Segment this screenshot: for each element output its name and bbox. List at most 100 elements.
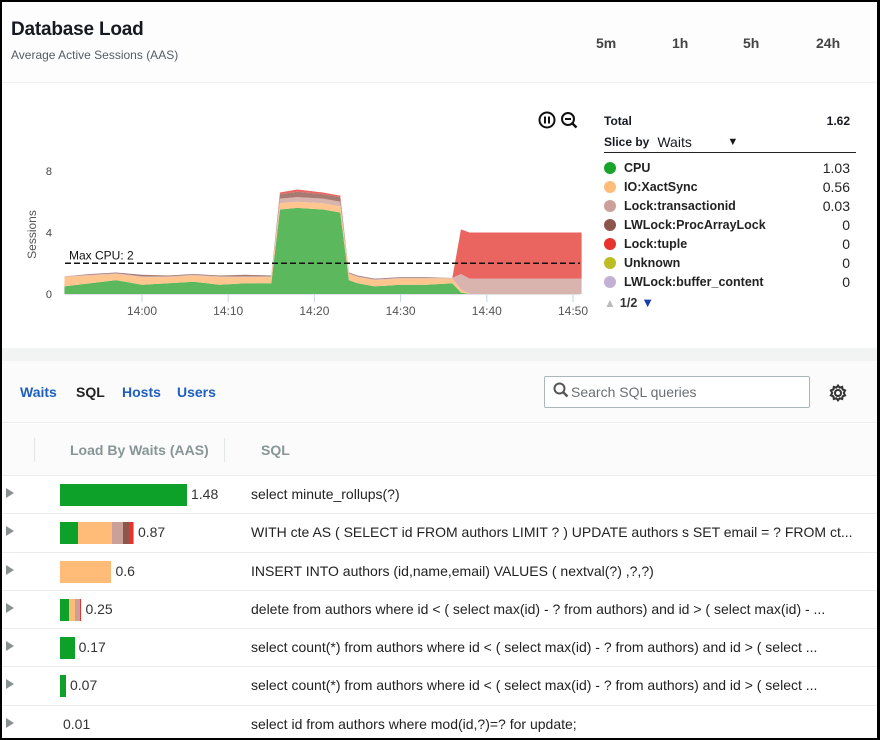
legend-item[interactable]: LWLock:ProcArrayLock 0 (604, 215, 850, 234)
expand-row-icon[interactable] (6, 641, 14, 652)
expand-row-icon[interactable] (6, 717, 14, 728)
slice-by-label: Slice by (604, 134, 650, 149)
tab-users[interactable]: Users (177, 384, 216, 400)
tab-sql[interactable]: SQL (76, 384, 105, 400)
chart-legend: Total 1.62 Slice by Waits ▼ CPU 1.03 IO:Xa… (604, 111, 856, 310)
sql-statement-link[interactable]: select id from authors where mod(id,?)=?… (251, 716, 577, 732)
legend-item[interactable]: Lock:transactionid 0.03 (604, 196, 850, 215)
expand-row-icon[interactable] (6, 679, 14, 690)
slice-by-value[interactable]: Waits (657, 134, 727, 150)
legend-item-name: IO:XactSync (624, 179, 698, 194)
sql-statement-link[interactable]: select count(*) from authors where id < … (251, 677, 817, 693)
x-tick-label: 14:50 (558, 304, 588, 318)
load-bar-segment (60, 522, 79, 545)
y-axis-label: Sessions (25, 210, 39, 259)
range-1h-button[interactable]: 1h (672, 35, 688, 51)
legend-item-value: 0 (842, 254, 850, 271)
pause-circle-icon[interactable] (538, 111, 556, 129)
max-cpu-label: Max CPU: 2 (69, 248, 134, 262)
load-bar (60, 560, 112, 583)
column-divider[interactable] (224, 438, 225, 462)
load-bar (60, 522, 134, 545)
x-tick-label: 14:20 (299, 304, 329, 318)
load-value: 1.48 (191, 486, 219, 502)
range-24h-button[interactable]: 24h (816, 35, 840, 51)
expand-row-icon[interactable] (6, 602, 14, 613)
y-tick-label: 0 (46, 289, 52, 301)
load-bar (60, 484, 187, 506)
expand-row-icon[interactable] (6, 564, 14, 575)
slice-by-dropdown[interactable]: Slice by Waits ▼ (604, 131, 856, 153)
load-chart[interactable]: Max CPU: 2 0 4 8 Sessions 14:00 14:10 14:20 14:3… (2, 83, 602, 350)
column-header-load[interactable]: Load By Waits (AAS) (70, 442, 209, 458)
panel-header: Database Load Average Active Sessions (A… (2, 2, 877, 83)
sql-statement-link[interactable]: INSERT INTO authors (id,name,email) VALU… (251, 563, 654, 579)
legend-total: Total 1.62 (604, 111, 850, 131)
legend-item-name: Lock:transactionid (624, 198, 736, 213)
legend-page: 1/2 (619, 295, 638, 310)
chevron-down-icon[interactable]: ▼ (727, 136, 738, 148)
legend-total-value: 1.62 (826, 114, 850, 128)
legend-pager: ▲ 1/2 ▼ (604, 295, 850, 310)
range-5m-button[interactable]: 5m (596, 35, 616, 51)
legend-color-dot-icon (604, 180, 616, 193)
x-tick-label: 14:10 (213, 304, 243, 318)
load-value: 0.01 (63, 715, 91, 732)
legend-item-name: Unknown (624, 255, 681, 270)
section-divider (2, 348, 877, 361)
sql-statement-link[interactable]: WITH cte AS ( SELECT id FROM authors LIM… (251, 524, 853, 540)
x-tick-label: 14:40 (472, 304, 502, 318)
column-header-sql[interactable]: SQL (261, 442, 290, 458)
column-divider (34, 438, 35, 462)
legend-color-dot-icon (604, 199, 616, 212)
table-row[interactable]: 0.87 WITH cte AS ( SELECT id FROM authors… (2, 514, 877, 553)
sql-statement-link[interactable]: select count(*) from authors where id < … (251, 639, 817, 655)
range-5h-button[interactable]: 5h (743, 35, 759, 51)
legend-item-name: LWLock:ProcArrayLock (624, 217, 766, 232)
legend-item[interactable]: IO:XactSync 0.56 (604, 177, 850, 196)
load-bar-segment (60, 675, 66, 698)
load-value: 0.6 (115, 562, 135, 579)
search-input[interactable] (571, 384, 801, 400)
expand-row-icon[interactable] (6, 488, 14, 498)
table-row[interactable]: 0.17 select count(*) from authors where i… (2, 629, 877, 668)
legend-item[interactable]: LWLock:buffer_content 0 (604, 272, 850, 291)
x-tick-label: 14:00 (127, 304, 157, 318)
table-row[interactable]: 0.07 select count(*) from authors where i… (2, 667, 877, 706)
sql-statement-link[interactable]: select minute_rollups(?) (251, 486, 400, 502)
table-row[interactable]: 0.6 INSERT INTO authors (id,name,email) V… (2, 552, 877, 591)
page-down-icon[interactable]: ▼ (641, 295, 654, 310)
table-row[interactable]: 0.01 select id from authors where mod(id,… (2, 705, 877, 738)
load-bar-segment (79, 598, 82, 621)
legend-item-value: 0.56 (822, 178, 850, 195)
legend-color-dot-icon (604, 218, 616, 231)
legend-item[interactable]: CPU 1.03 (604, 158, 850, 177)
legend-color-dot-icon (604, 237, 616, 250)
legend-item-value: 0 (842, 216, 850, 233)
load-bar-segment (60, 637, 75, 660)
zoom-out-icon[interactable] (560, 111, 578, 129)
expand-row-icon[interactable] (6, 526, 14, 537)
legend-item-value: 0.03 (822, 197, 850, 214)
load-value: 0.87 (137, 524, 166, 541)
tab-waits[interactable]: Waits (20, 384, 57, 400)
page-title: Database Load (11, 19, 144, 40)
search-box[interactable] (544, 376, 810, 408)
legend-item-value: 1.03 (822, 159, 850, 176)
y-tick-label: 8 (46, 166, 52, 178)
sql-table-body: 1.48 select minute_rollups(?) 0.87 WITH cte… (2, 476, 877, 738)
x-tick-label: 14:30 (386, 304, 416, 318)
load-bar-segment (60, 560, 112, 583)
page-up-icon[interactable]: ▲ (604, 296, 616, 310)
legend-item[interactable]: Unknown 0 (604, 253, 850, 272)
gear-icon[interactable] (828, 383, 848, 403)
table-row[interactable]: 0.25 delete from authors where id < ( sel… (2, 590, 877, 630)
load-bar-segment (60, 598, 69, 621)
load-bar (60, 675, 66, 698)
y-tick-label: 4 (46, 228, 52, 240)
legend-item[interactable]: Lock:tuple 0 (604, 234, 850, 253)
tab-hosts[interactable]: Hosts (122, 384, 161, 400)
table-row[interactable]: 1.48 select minute_rollups(?) (2, 476, 877, 515)
load-value: 0.25 (85, 600, 113, 617)
sql-statement-link[interactable]: delete from authors where id < ( select … (251, 601, 825, 617)
